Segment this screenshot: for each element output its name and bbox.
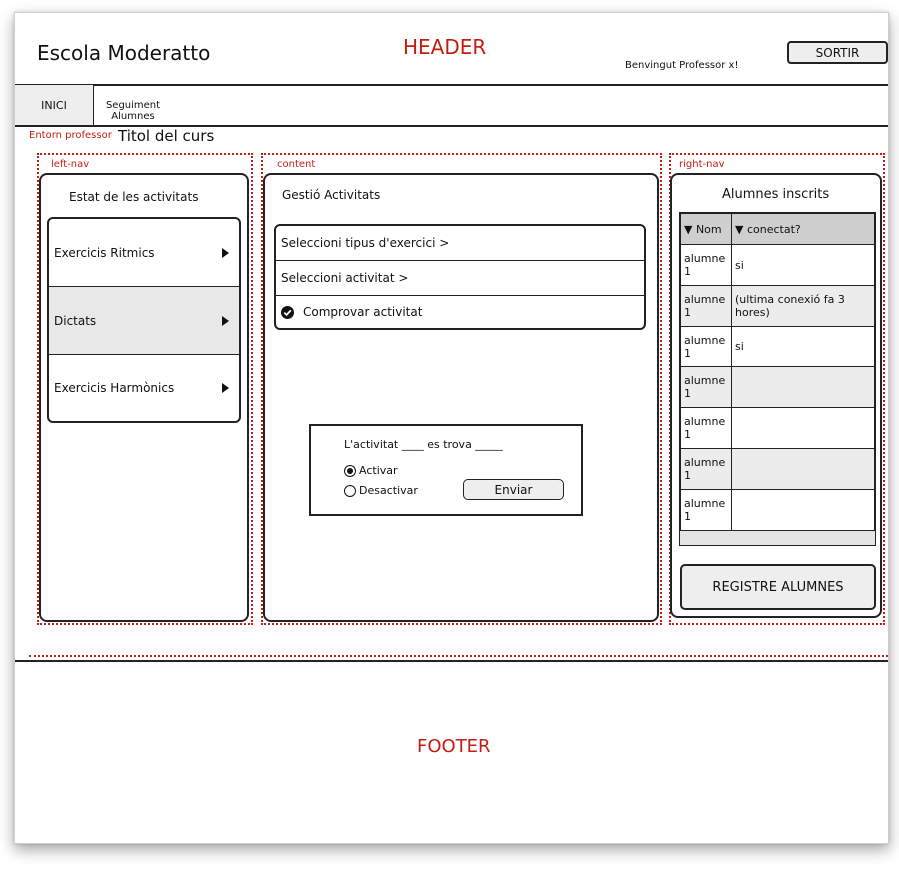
nav-item-label: Exercicis Harmònics xyxy=(54,381,175,395)
right-nav-heading: Alumnes inscrits xyxy=(722,187,830,202)
student-status: si xyxy=(731,244,875,286)
step-check-activity[interactable]: Comprovar activitat xyxy=(276,296,644,328)
wireframe-page: Escola Moderatto HEADER Benvingut Profes… xyxy=(14,12,889,844)
region-label-left-nav: left-nav xyxy=(51,159,90,170)
student-name: alumne 1 xyxy=(680,448,732,490)
logout-button[interactable]: SORTIR xyxy=(787,41,888,64)
activity-steps: Seleccioni tipus d'exercici > Seleccioni… xyxy=(274,224,646,330)
student-name: alumne 1 xyxy=(680,489,732,531)
send-button[interactable]: Enviar xyxy=(463,479,564,500)
student-name: alumne 1 xyxy=(680,285,732,327)
chevron-right-icon xyxy=(222,383,229,393)
menu-item-seguiment-label: Seguiment Alumnes xyxy=(105,100,161,122)
step-select-exercise-type[interactable]: Seleccioni tipus d'exercici > xyxy=(276,226,644,261)
chevron-right-icon xyxy=(222,247,229,258)
chevron-right-icon xyxy=(222,315,229,326)
welcome-text: Benvingut Professor x! xyxy=(625,60,739,71)
student-status: si xyxy=(731,326,875,367)
radio-label: Activar xyxy=(359,464,398,477)
table-row[interactable]: alumne 1 xyxy=(680,407,875,449)
student-status xyxy=(731,489,875,531)
menu-item-inici-label: INICI xyxy=(41,98,67,112)
nav-item-dictats[interactable]: Dictats xyxy=(49,287,239,355)
step-select-activity[interactable]: Seleccioni activitat > xyxy=(276,261,644,296)
student-status xyxy=(731,448,875,490)
column-header-nom[interactable]: ▼ Nom xyxy=(680,213,732,245)
school-name: Escola Moderatto xyxy=(37,41,211,65)
radio-label: Desactivar xyxy=(359,484,418,497)
student-name: alumne 1 xyxy=(680,244,732,286)
column-header-conectat[interactable]: ▼ conectat? xyxy=(731,213,875,245)
left-nav-heading: Estat de les activitats xyxy=(69,190,199,204)
content-heading: Gestió Activitats xyxy=(282,188,381,202)
menu-item-inici[interactable]: INICI xyxy=(15,85,94,125)
region-label-right-nav: right-nav xyxy=(679,159,725,170)
nav-item-label: Exercicis Ritmics xyxy=(54,245,155,260)
right-nav-panel: Alumnes inscrits ▼ Nom ▼ conectat? alumn… xyxy=(670,173,882,618)
nav-item-exercicis-ritmics[interactable]: Exercicis Ritmics xyxy=(49,219,239,287)
radio-unselected-icon xyxy=(344,484,356,497)
menu-bar: INICI Seguiment Alumnes xyxy=(15,85,888,125)
step-label: Seleccioni activitat > xyxy=(281,271,409,285)
students-table: ▼ Nom ▼ conectat? alumne 1 si alumne 1 (… xyxy=(679,212,876,546)
region-label-content: content xyxy=(277,159,316,170)
table-row[interactable]: alumne 1 si xyxy=(680,326,875,367)
nav-item-label: Dictats xyxy=(54,313,97,328)
footer-label: FOOTER xyxy=(417,736,491,757)
activity-status-list: Exercicis Ritmics Dictats Exercicis Harm… xyxy=(47,217,241,423)
left-nav-panel: Estat de les activitats Exercicis Ritmic… xyxy=(39,173,249,622)
register-students-button[interactable]: REGISTRE ALUMNES xyxy=(680,564,876,610)
content-panel: Gestió Activitats Seleccioni tipus d'exe… xyxy=(263,173,659,622)
radio-activar[interactable]: Activar xyxy=(344,464,398,477)
region-label-entorn: Entorn professor xyxy=(29,130,112,141)
radio-selected-icon xyxy=(344,464,356,477)
student-status: (ultima conexió fa 3 hores) xyxy=(731,285,875,327)
student-status xyxy=(731,407,875,449)
table-row[interactable]: alumne 1 xyxy=(680,366,875,408)
check-circle-icon xyxy=(281,305,294,319)
step-label: Seleccioni tipus d'exercici > xyxy=(281,236,450,250)
main-region-bottom-border xyxy=(29,655,888,657)
footer-divider xyxy=(15,660,888,662)
table-row[interactable]: alumne 1 xyxy=(680,489,875,531)
student-status xyxy=(731,366,875,408)
nav-item-exercicis-harmonics[interactable]: Exercicis Harmònics xyxy=(49,355,239,421)
activity-status-text: L'activitat ____ es trova _____ xyxy=(344,438,503,451)
step-label: Comprovar activitat xyxy=(303,305,423,319)
table-row[interactable]: alumne 1 (ultima conexió fa 3 hores) xyxy=(680,285,875,327)
table-scrollbar[interactable] xyxy=(680,530,875,545)
course-title: Titol del curs xyxy=(118,127,215,145)
activity-status-dialog: L'activitat ____ es trova _____ Activar … xyxy=(309,424,583,516)
table-row[interactable]: alumne 1 si xyxy=(680,244,875,286)
student-name: alumne 1 xyxy=(680,366,732,408)
student-name: alumne 1 xyxy=(680,326,732,367)
table-row[interactable]: alumne 1 xyxy=(680,448,875,490)
menu-item-seguiment[interactable]: Seguiment Alumnes xyxy=(93,89,173,123)
student-name: alumne 1 xyxy=(680,407,732,449)
radio-desactivar[interactable]: Desactivar xyxy=(344,484,418,497)
header-label: HEADER xyxy=(403,35,487,59)
